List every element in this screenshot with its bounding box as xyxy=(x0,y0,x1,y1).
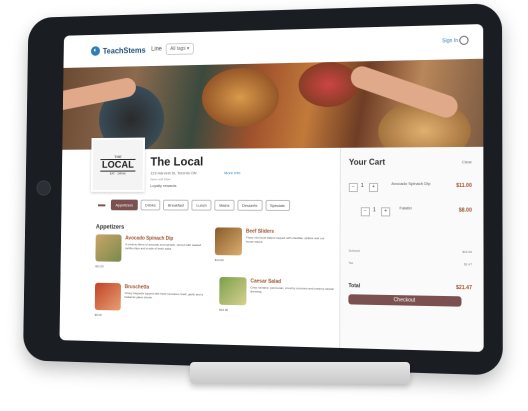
menu-item-name: Caesar Salad xyxy=(250,278,282,285)
menu-item[interactable]: Caesar Salad Crisp romaine, parmesan, cr… xyxy=(219,276,337,319)
cart-qty: 1 xyxy=(360,182,364,190)
cart-line: − 1 + Avocado Spinach Dip $11.00 xyxy=(348,178,478,197)
decrease-qty-button[interactable]: − xyxy=(348,182,358,193)
logo-mark-icon: ◐ xyxy=(90,46,101,56)
salad-image xyxy=(219,276,247,306)
tablet-device: ◐ TeachStems Line All tags ▾ Sign In THE… xyxy=(22,3,503,376)
decrease-qty-button[interactable]: − xyxy=(360,207,370,217)
sliders-image xyxy=(214,227,243,256)
tacos-plate-icon xyxy=(298,61,359,108)
increase-qty-button[interactable]: + xyxy=(368,182,379,193)
more-info-link[interactable]: More Info xyxy=(224,170,240,175)
restaurant-name: The Local xyxy=(150,154,204,169)
total-row: Total $21.47 xyxy=(348,283,472,291)
menu-item[interactable]: Beef Sliders Three mini beef sliders top… xyxy=(215,227,333,268)
checkout-button[interactable]: Checkout xyxy=(348,294,462,307)
logo-main-text: LOCAL xyxy=(100,158,136,172)
restaurant-address: 123 Harvest St, Toronto ON xyxy=(150,170,197,176)
cart-item-price: $11.00 xyxy=(456,182,472,190)
camera-icon xyxy=(36,180,52,196)
restaurant-hours: Open until 10pm xyxy=(150,177,171,182)
tab-desserts[interactable]: Desserts xyxy=(237,199,263,211)
cart-item-price: $8.00 xyxy=(458,207,472,214)
tab-breakfast[interactable]: Breakfast xyxy=(163,199,189,211)
tablet-screen: ◐ TeachStems Line All tags ▾ Sign In THE… xyxy=(59,24,484,352)
brand-logo[interactable]: ◐ TeachStems xyxy=(90,45,146,56)
scene: ◐ TeachStems Line All tags ▾ Sign In THE… xyxy=(0,0,528,411)
menu-item-desc: Three mini beef sliders topped with ched… xyxy=(245,235,325,244)
tab-appetizers[interactable]: Appetizers xyxy=(110,199,138,211)
cart-title: Your Cart xyxy=(348,157,386,167)
wings-plate-icon xyxy=(201,67,280,128)
mode-label: Line xyxy=(151,46,162,53)
category-tabs: Appetizers Drinks Breakfast Lunch Mains … xyxy=(97,199,293,211)
menu-item-desc: A creamy blend of avocado and spinach, s… xyxy=(125,242,202,251)
increase-qty-button[interactable]: + xyxy=(381,207,391,217)
bruschetta-image xyxy=(94,282,122,311)
menu-item-name: Bruschetta xyxy=(124,284,150,291)
tablet-stand xyxy=(190,362,410,384)
hero-food-image xyxy=(62,58,484,150)
menu-item-desc: Crisp romaine, parmesan, crunchy crouton… xyxy=(250,285,334,294)
cart-qty: 1 xyxy=(372,207,376,214)
tab-mains[interactable]: Mains xyxy=(214,199,235,211)
menu-item-price: $13.00 xyxy=(214,258,224,263)
brand-name: TeachStems xyxy=(102,45,146,56)
menu-item[interactable]: Bruschetta Crispy baguette topped with f… xyxy=(94,282,208,325)
tax-value: $2.47 xyxy=(464,262,472,267)
subtotal-value: $19.00 xyxy=(462,249,472,255)
menu-item-name: Beef Sliders xyxy=(245,228,275,235)
mode-select[interactable]: All tags ▾ xyxy=(165,42,195,56)
tab-specials[interactable]: Specials xyxy=(265,199,290,211)
cart-item-name: Avocado Spinach Dip xyxy=(391,180,431,186)
menu-item-desc: Crispy baguette topped with fresh tomato… xyxy=(124,291,203,300)
menu-item-price: $9.00 xyxy=(94,312,102,317)
category-indicator xyxy=(97,203,106,206)
mode-select-value: All tags xyxy=(170,45,186,53)
user-icon[interactable] xyxy=(459,35,469,45)
restaurant-logo: THE LOCAL EAT · DRINK xyxy=(90,137,146,192)
sign-in-link[interactable]: Sign In xyxy=(442,38,458,44)
menu-item-name: Avocado Spinach Dip xyxy=(125,235,174,242)
menu-item-price: $10.00 xyxy=(219,307,229,312)
subtotal-row: Subtotal $19.00 xyxy=(349,249,472,254)
menu-item-price: $11.00 xyxy=(95,264,104,269)
tax-row: Tax $2.47 xyxy=(349,261,472,267)
cart-panel: Your Cart Clear − 1 + Avocado Spinach Di… xyxy=(339,146,484,352)
section-title: Appetizers xyxy=(95,224,125,231)
total-label: Total xyxy=(348,283,361,290)
dip-image xyxy=(95,234,122,262)
logo-bottom-text: EAT · DRINK xyxy=(109,171,126,176)
clear-cart-button[interactable]: Clear xyxy=(462,159,472,164)
tax-label: Tax xyxy=(348,260,354,265)
total-value: $21.47 xyxy=(455,284,472,292)
tab-lunch[interactable]: Lunch xyxy=(191,199,212,211)
loyalty-link[interactable]: Loyalty rewards xyxy=(150,183,176,188)
tab-drinks[interactable]: Drinks xyxy=(140,199,161,211)
cart-line: − 1 + Falafel $8.00 xyxy=(349,202,479,221)
menu-item[interactable]: Avocado Spinach Dip A creamy blend of av… xyxy=(95,234,208,274)
subtotal-label: Subtotal xyxy=(348,248,360,253)
cart-item-name: Falafel xyxy=(399,205,412,211)
